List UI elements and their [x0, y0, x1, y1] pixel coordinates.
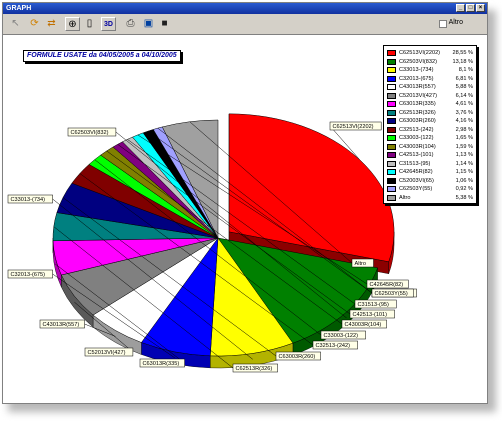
legend-percent: 0,92 %	[455, 186, 473, 192]
legend-swatch	[387, 126, 396, 133]
legend-entry: C43013R(557) 5,88 %	[387, 83, 475, 91]
chart-title: FORMULE USATE da 04/05/2005 a 04/10/2005	[23, 50, 181, 62]
slice-label: C42513-(101)	[353, 312, 388, 318]
legend-entry: C63013R(335) 4,61 %	[387, 100, 475, 108]
legend-entry: C62513R(326) 3,76 %	[387, 109, 475, 117]
legend-percent: 13,18 %	[452, 58, 473, 65]
legend-swatch	[387, 177, 396, 184]
slice-label: C63013R(335)	[143, 361, 180, 367]
legend-entry: C31513-(95) 1,14 %	[387, 160, 475, 168]
legend-entry: C33013-(734) 8,1 %	[387, 66, 475, 74]
legend-entry: C42645R(82) 1,15 %	[387, 168, 475, 176]
legend-percent: 1,14 %	[455, 160, 473, 167]
legend-label: C43013R(557)	[399, 84, 436, 90]
legend-entry: C43003R(104) 1,59 %	[387, 143, 475, 151]
legend-percent: 4,61 %	[455, 101, 473, 107]
legend-label: C43003R(104)	[399, 143, 436, 150]
legend-entry: C32013-(675) 6,81 %	[387, 75, 475, 83]
slice-label: C31513-(95)	[358, 302, 390, 308]
legend-label: C32513-(242)	[399, 126, 434, 133]
legend-entry: C52003VI(65) 1,06 %	[387, 177, 475, 185]
legend-entry: Altro 5,38 %	[387, 194, 475, 202]
legend-swatch	[387, 194, 396, 201]
legend-percent: 8,1 %	[458, 67, 473, 73]
legend-label: C63003R(260)	[399, 118, 436, 124]
legend-percent: 2,98 %	[455, 126, 473, 133]
legend-entry: C63003R(260) 4,16 %	[387, 117, 475, 125]
legend-label: C33003-(122)	[399, 135, 434, 141]
legend-entry: C62503VI(832) 13,18 %	[387, 58, 475, 66]
legend-label: C42513-(101)	[399, 152, 434, 158]
legend-label: C31513-(95)	[399, 160, 431, 167]
legend-entry: C33003-(122) 1,65 %	[387, 134, 475, 142]
legend-label: C62503Y(55)	[399, 186, 433, 192]
legend-label: C33013-(734)	[399, 67, 434, 73]
slice-label: C52013VI(427)	[88, 350, 126, 356]
legend-swatch	[387, 143, 396, 150]
legend-percent: 1,13 %	[455, 152, 473, 158]
legend-percent: 5,88 %	[455, 84, 473, 90]
slice-label: C62513R(326)	[236, 366, 273, 372]
legend-swatch	[387, 135, 396, 141]
slice-label: C43003R(104)	[345, 322, 382, 328]
slice-label: C63003R(260)	[279, 354, 316, 360]
slice-label: Altro	[355, 261, 367, 267]
legend-swatch	[387, 92, 396, 99]
chart-legend: C62513VI(2202) 28,55 % C62503VI(832) 13,18 …	[383, 45, 477, 204]
legend-percent: 5,38 %	[455, 194, 473, 201]
legend-entry: C42513-(101) 1,13 %	[387, 151, 475, 159]
legend-swatch	[387, 50, 396, 56]
legend-label: C52013VI(427)	[399, 92, 437, 99]
legend-percent: 28,55 %	[452, 50, 473, 56]
legend-swatch	[387, 160, 396, 167]
legend-label: C42645R(82)	[399, 169, 433, 175]
legend-percent: 1,06 %	[455, 177, 473, 184]
slice-label: C62503VI(832)	[71, 130, 109, 136]
legend-percent: 3,76 %	[455, 109, 473, 116]
legend-label: C52003VI(65)	[399, 177, 434, 184]
slice-label: C62513VI(2202)	[333, 124, 374, 130]
legend-label: C62513VI(2202)	[399, 50, 441, 56]
legend-swatch	[387, 75, 396, 82]
slice-label: C62503Y(55)	[375, 291, 408, 297]
legend-swatch	[387, 169, 396, 175]
legend-entry: C32513-(242) 2,98 %	[387, 126, 475, 134]
legend-percent: 6,81 %	[455, 75, 473, 82]
legend-label: Altro	[399, 194, 411, 201]
slice-label: C32013-(675)	[11, 272, 46, 278]
legend-label: C32013-(675)	[399, 75, 434, 82]
legend-swatch	[387, 109, 396, 116]
legend-label: C63013R(335)	[399, 101, 436, 107]
legend-percent: 1,65 %	[455, 135, 473, 141]
slice-label: C33013-(734)	[11, 197, 46, 203]
legend-swatch	[387, 101, 396, 107]
legend-swatch	[387, 84, 396, 90]
legend-percent: 1,15 %	[455, 169, 473, 175]
legend-label: C62513R(326)	[399, 109, 436, 116]
legend-entry: C62513VI(2202) 28,55 %	[387, 49, 475, 57]
legend-percent: 4,16 %	[455, 118, 473, 124]
slice-label: C32513-(242)	[316, 343, 351, 349]
slice-label: C43013R(557)	[43, 322, 80, 328]
legend-percent: 6,14 %	[455, 92, 473, 99]
legend-entry: C62503Y(55) 0,92 %	[387, 185, 475, 193]
slice-label: C33003-(122)	[324, 333, 359, 339]
legend-swatch	[387, 58, 396, 65]
legend-swatch	[387, 118, 396, 124]
legend-swatch	[387, 67, 396, 73]
legend-swatch	[387, 186, 396, 192]
legend-label: C62503VI(832)	[399, 58, 437, 65]
legend-swatch	[387, 152, 396, 158]
slice-label: C42645R(82)	[370, 282, 404, 288]
legend-percent: 1,59 %	[455, 143, 473, 150]
legend-entry: C52013VI(427) 6,14 %	[387, 92, 475, 100]
